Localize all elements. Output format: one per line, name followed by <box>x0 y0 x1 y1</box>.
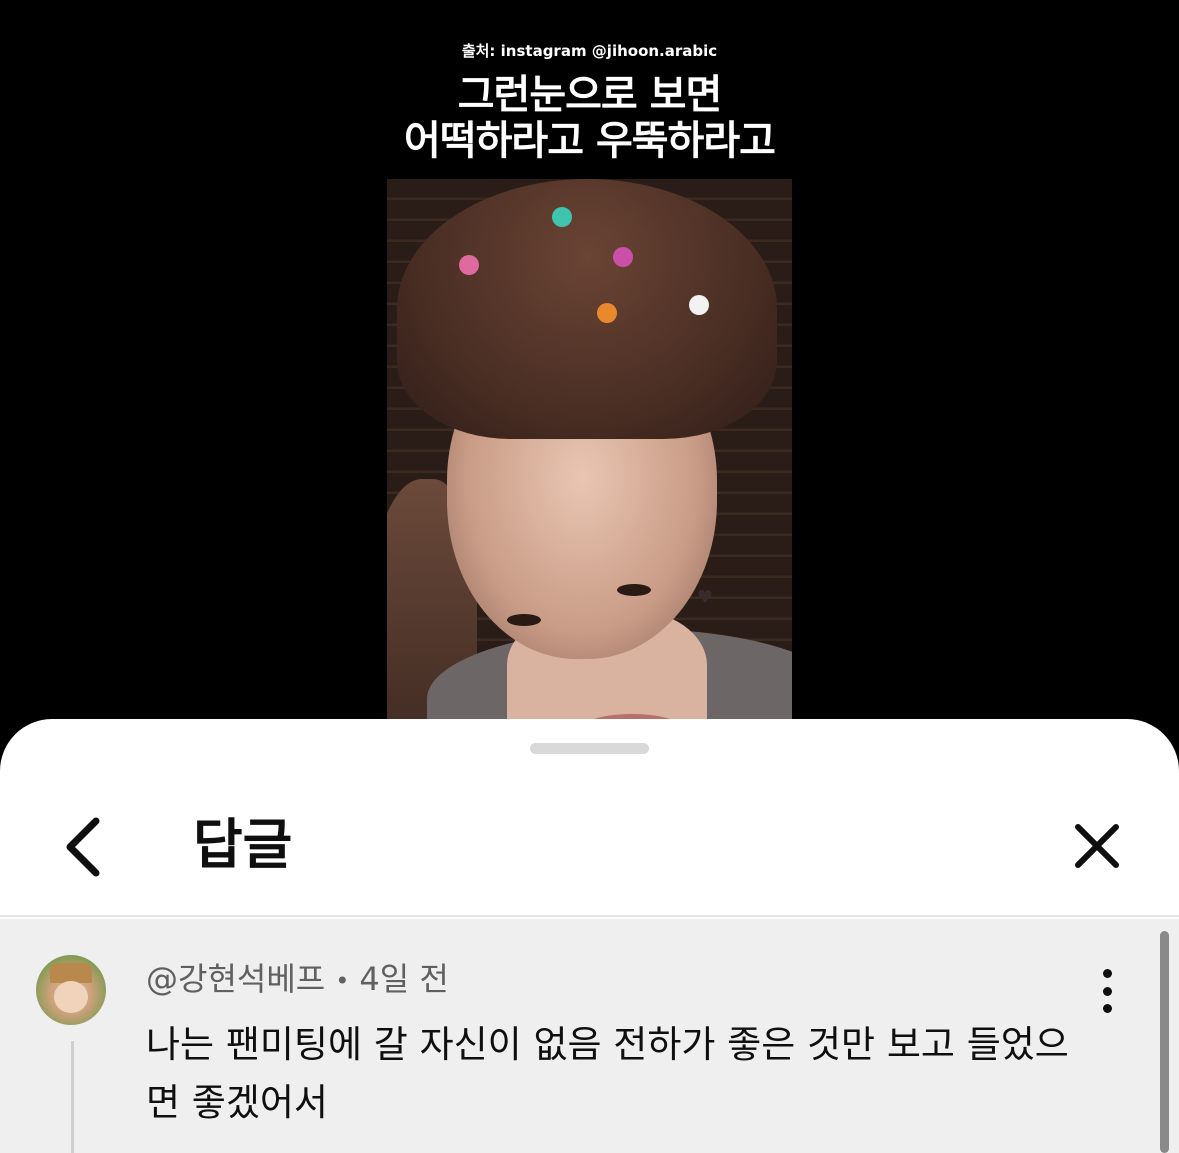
close-button[interactable] <box>1062 811 1132 881</box>
avatar[interactable] <box>36 955 106 1025</box>
more-options-button[interactable] <box>1090 969 1124 1013</box>
video-title-line-2: 어떡하라고 우뚝하라고 <box>404 118 776 164</box>
frame-hair <box>397 179 777 439</box>
more-vertical-icon-dot <box>1102 986 1112 996</box>
comment-author[interactable]: @강현석베프 <box>146 960 325 998</box>
video-frame: ♥ <box>387 179 792 739</box>
comment-time: 4일 전 <box>359 960 449 998</box>
scrollbar[interactable] <box>1160 931 1169 1153</box>
comment-meta: @강현석베프 • 4일 전 <box>146 959 449 1001</box>
source-caption: 출처: instagram @jihoon.arabic <box>461 42 718 60</box>
drag-handle[interactable] <box>530 743 649 754</box>
comment-text: 나는 팬미팅에 갈 자신이 없음 전하가 좋은 것만 보고 들었으면 좋겠어서 <box>146 1023 1069 1124</box>
hair-clip-icon <box>597 303 617 323</box>
avatar-face <box>54 981 88 1013</box>
replies-sheet: 답글 @강현석베프 • 4일 전 나는 팬미팅에 갈 자신이 없음 전하가 좋은 것… <box>0 719 1179 1153</box>
video-overlay-title: 그런눈으로 보면 어떡하라고 우뚝하라고 <box>0 72 1179 164</box>
hair-clip-icon <box>552 207 572 227</box>
sheet-title: 답글 <box>193 813 293 876</box>
video-title-line-1: 그런눈으로 보면 <box>457 72 723 118</box>
back-button[interactable] <box>52 807 112 887</box>
frame-eye-right <box>617 584 651 596</box>
close-icon <box>1075 824 1119 868</box>
more-vertical-icon-dot <box>1102 1004 1112 1013</box>
sheet-header: 답글 <box>0 779 1179 917</box>
comment-item: @강현석베프 • 4일 전 나는 팬미팅에 갈 자신이 없음 전하가 좋은 것만 보… <box>0 919 1179 1153</box>
chevron-left-icon <box>66 817 100 877</box>
video-player[interactable]: 출처: instagram @jihoon.arabic 그런눈으로 보면 어떡… <box>0 0 1179 760</box>
heart-sticker-icon: ♥ <box>697 587 714 608</box>
hair-clip-icon <box>459 255 479 275</box>
frame-eye-left <box>507 614 541 626</box>
avatar-hat <box>50 963 92 983</box>
meta-separator: • <box>335 967 350 995</box>
hair-clip-icon <box>613 247 633 267</box>
more-vertical-icon <box>1102 969 1112 978</box>
hair-clip-icon <box>689 295 709 315</box>
thread-line <box>71 1041 74 1153</box>
